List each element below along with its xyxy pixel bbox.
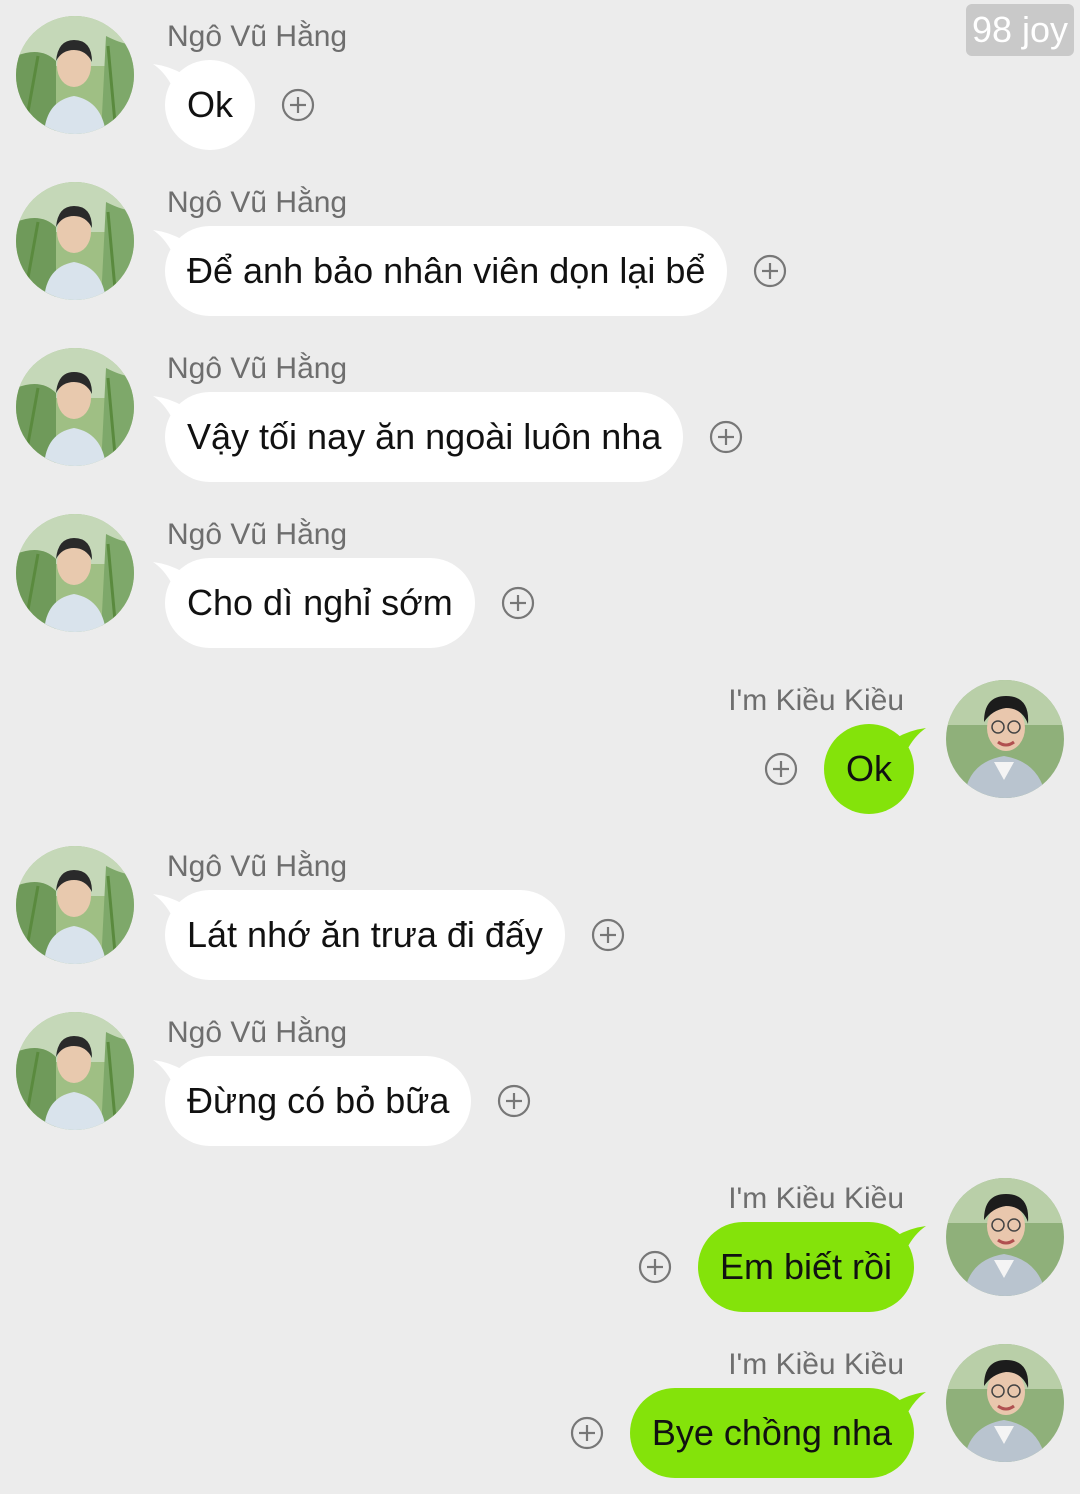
incoming-message: Ngô Vũ Hằng Lát nhớ ăn trưa đi đấy xyxy=(0,846,1080,996)
outgoing-message: I'm Kiều Kiều Em biết rồi xyxy=(0,1178,1080,1328)
message-bubble[interactable]: Bye chồng nha xyxy=(629,1388,926,1478)
bubble-row: Lát nhớ ăn trưa đi đấy xyxy=(153,890,625,980)
bubble-row: Em biết rồi xyxy=(638,1222,926,1312)
sender-name: Ngô Vũ Hằng xyxy=(167,20,348,53)
circle-plus-icon[interactable] xyxy=(709,420,743,454)
message-text: Bye chồng nha xyxy=(651,1412,892,1453)
incoming-message: Ngô Vũ Hằng Vậy tối nay ăn ngoài luôn nh… xyxy=(0,348,1080,498)
bubble-row: Bye chồng nha xyxy=(570,1388,926,1478)
sender-name: I'm Kiều Kiều xyxy=(728,1348,904,1381)
bubble-row: Để anh bảo nhân viên dọn lại bể xyxy=(153,226,787,316)
sender-name: Ngô Vũ Hằng xyxy=(167,186,348,219)
message-text: Cho dì nghỉ sớm xyxy=(187,582,453,623)
sender-avatar[interactable] xyxy=(16,348,134,466)
message-bubble[interactable]: Để anh bảo nhân viên dọn lại bể xyxy=(153,226,728,316)
sender-name: Ngô Vũ Hằng xyxy=(167,518,348,551)
sender-avatar[interactable] xyxy=(16,16,134,134)
circle-plus-icon[interactable] xyxy=(638,1250,672,1284)
message-text: Để anh bảo nhân viên dọn lại bể xyxy=(187,250,706,291)
message-text: Ok xyxy=(845,748,892,789)
outgoing-message: I'm Kiều Kiều Bye chồng nha xyxy=(0,1344,1080,1494)
message-text: Em biết rồi xyxy=(719,1246,892,1287)
incoming-message: Ngô Vũ Hằng Đừng có bỏ bữa xyxy=(0,1012,1080,1162)
outgoing-message: I'm Kiều Kiều Ok xyxy=(0,680,1080,830)
sender-avatar[interactable] xyxy=(946,680,1064,798)
message-bubble[interactable]: Vậy tối nay ăn ngoài luôn nha xyxy=(153,392,684,482)
message-bubble[interactable]: Ok xyxy=(153,60,256,150)
sender-name: Ngô Vũ Hằng xyxy=(167,1016,348,1049)
bubble-row: Ok xyxy=(764,724,926,814)
sender-avatar[interactable] xyxy=(16,514,134,632)
sender-name: Ngô Vũ Hằng xyxy=(167,352,348,385)
message-bubble[interactable]: Ok xyxy=(823,724,926,814)
sender-avatar[interactable] xyxy=(946,1344,1064,1462)
message-text: Đừng có bỏ bữa xyxy=(187,1080,450,1121)
message-bubble[interactable]: Lát nhớ ăn trưa đi đấy xyxy=(153,890,565,980)
bubble-row: Vậy tối nay ăn ngoài luôn nha xyxy=(153,392,743,482)
sender-avatar[interactable] xyxy=(946,1178,1064,1296)
circle-plus-icon[interactable] xyxy=(497,1084,531,1118)
message-text: Vậy tối nay ăn ngoài luôn nha xyxy=(187,416,662,457)
sender-avatar[interactable] xyxy=(16,846,134,964)
sender-avatar[interactable] xyxy=(16,182,134,300)
message-text: Lát nhớ ăn trưa đi đấy xyxy=(187,914,543,955)
message-bubble[interactable]: Cho dì nghỉ sớm xyxy=(153,558,475,648)
incoming-message: Ngô Vũ Hằng Ok xyxy=(0,16,1080,166)
bubble-row: Đừng có bỏ bữa xyxy=(153,1056,531,1146)
sender-name: Ngô Vũ Hằng xyxy=(167,850,348,883)
sender-avatar[interactable] xyxy=(16,1012,134,1130)
circle-plus-icon[interactable] xyxy=(501,586,535,620)
incoming-message: Ngô Vũ Hằng Cho dì nghỉ sớm xyxy=(0,514,1080,664)
message-bubble[interactable]: Em biết rồi xyxy=(697,1222,926,1312)
circle-plus-icon[interactable] xyxy=(281,88,315,122)
message-bubble[interactable]: Đừng có bỏ bữa xyxy=(153,1056,472,1146)
bubble-row: Cho dì nghỉ sớm xyxy=(153,558,535,648)
bubble-row: Ok xyxy=(153,60,315,150)
circle-plus-icon[interactable] xyxy=(753,254,787,288)
circle-plus-icon[interactable] xyxy=(570,1416,604,1450)
message-text: Ok xyxy=(187,84,234,125)
incoming-message: Ngô Vũ Hằng Để anh bảo nhân viên dọn lại… xyxy=(0,182,1080,332)
sender-name: I'm Kiều Kiều xyxy=(728,684,904,717)
circle-plus-icon[interactable] xyxy=(591,918,625,952)
sender-name: I'm Kiều Kiều xyxy=(728,1182,904,1215)
circle-plus-icon[interactable] xyxy=(764,752,798,786)
